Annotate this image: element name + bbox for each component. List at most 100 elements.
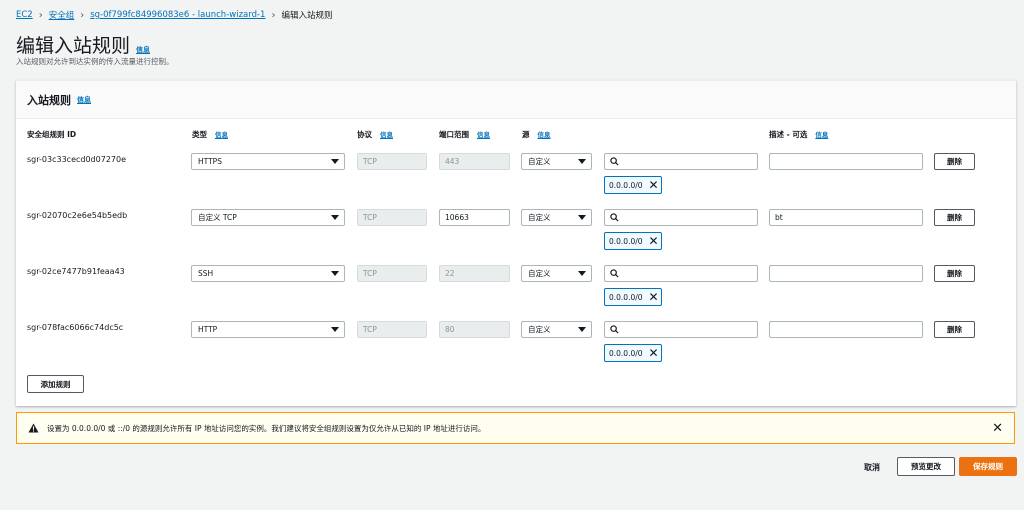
source-select[interactable]: 自定义 <box>521 153 592 170</box>
warning-text: 设置为 0.0.0.0/0 或 ::/0 的源规则允许所有 IP 地址访问您的实… <box>47 423 486 433</box>
type-select[interactable]: 自定义 TCP <box>191 209 345 226</box>
remove-token-icon[interactable]: ✕ <box>649 291 659 303</box>
search-icon <box>610 157 619 166</box>
desc-info-link[interactable]: 信息 <box>815 129 828 139</box>
cidr-token: 0.0.0.0/0 ✕ <box>604 344 662 362</box>
cidr-token-label: 0.0.0.0/0 <box>609 180 643 190</box>
chevron-right-icon: › <box>80 9 85 21</box>
rule-id: sgr-03c33cecd0d07270e <box>27 155 127 164</box>
col-protocol-label: 协议 <box>357 130 372 139</box>
breadcrumb-security-groups[interactable]: 安全组 <box>49 9 75 21</box>
page-title-row: 编辑入站规则 信息 <box>16 31 150 58</box>
col-desc-label: 描述 - 可选 <box>769 130 808 139</box>
type-value: 自定义 TCP <box>198 213 237 222</box>
type-info-link[interactable]: 信息 <box>215 129 228 139</box>
chevron-right-icon: › <box>38 9 43 21</box>
breadcrumb: EC2 › 安全组 › sg-0f799fc84996083e6 - launc… <box>16 9 332 22</box>
close-icon[interactable]: ✕ <box>992 421 1003 436</box>
caret-down-icon <box>578 271 586 276</box>
caret-down-icon <box>578 215 586 220</box>
delete-rule-button[interactable]: 删除 <box>934 321 975 338</box>
cidr-search-input[interactable] <box>604 153 758 170</box>
rule-id: sgr-02070c2e6e54b5edb <box>27 211 128 220</box>
description-input[interactable]: bt <box>769 209 923 226</box>
panel-info-link[interactable]: 信息 <box>77 95 91 105</box>
type-select[interactable]: SSH <box>191 265 345 282</box>
caret-down-icon <box>578 159 586 164</box>
caret-down-icon <box>331 271 339 276</box>
port-field: 80 <box>439 321 510 338</box>
protocol-info-link[interactable]: 信息 <box>380 129 393 139</box>
type-value: SSH <box>198 269 214 278</box>
inbound-rules-panel: 入站规则 信息 安全组规则 ID 类型 信息 协议 信息 端口范围 信息 源信息 描述… <box>16 80 1016 406</box>
col-id-label: 安全组规则 ID <box>27 130 77 139</box>
cidr-search-input[interactable] <box>604 321 758 338</box>
cancel-button[interactable]: 取消 <box>864 462 880 473</box>
search-icon <box>610 325 619 334</box>
protocol-field: TCP <box>357 265 427 282</box>
rule-id: sgr-078fac6066c74dc5c <box>27 323 124 332</box>
cidr-token-label: 0.0.0.0/0 <box>609 348 643 358</box>
col-port-label: 端口范围 <box>439 130 469 139</box>
caret-down-icon <box>331 215 339 220</box>
page-subtitle: 入站规则对允许到达实例的传入流量进行控制。 <box>16 57 174 66</box>
panel-title: 入站规则 <box>27 93 71 107</box>
port-info-link[interactable]: 信息 <box>477 129 490 139</box>
rule-id: sgr-02ce7477b91feaa43 <box>27 267 125 276</box>
delete-rule-button[interactable]: 删除 <box>934 209 975 226</box>
source-select[interactable]: 自定义 <box>521 265 592 282</box>
source-value: 自定义 <box>528 157 551 166</box>
cidr-search-input[interactable] <box>604 209 758 226</box>
page-title: 编辑入站规则 <box>16 35 131 57</box>
description-input[interactable] <box>769 265 923 282</box>
source-value: 自定义 <box>528 213 551 222</box>
source-select[interactable]: 自定义 <box>521 321 592 338</box>
caret-down-icon <box>578 327 586 332</box>
remove-token-icon[interactable]: ✕ <box>649 179 659 191</box>
col-header-type: 类型 信息 <box>192 129 228 140</box>
cidr-token: 0.0.0.0/0 ✕ <box>604 176 662 194</box>
preview-changes-button[interactable]: 预览更改 <box>897 457 955 476</box>
source-info-link[interactable]: 信息 <box>538 129 551 139</box>
chevron-right-icon: › <box>271 9 276 21</box>
breadcrumb-ec2[interactable]: EC2 <box>16 10 33 20</box>
description-input[interactable] <box>769 153 923 170</box>
delete-rule-button[interactable]: 删除 <box>934 153 975 170</box>
search-icon <box>610 269 619 278</box>
protocol-field: TCP <box>357 209 427 226</box>
col-header-source: 源信息 <box>522 129 551 140</box>
caret-down-icon <box>331 327 339 332</box>
type-value: HTTPS <box>198 157 222 166</box>
source-select[interactable]: 自定义 <box>521 209 592 226</box>
type-value: HTTP <box>198 325 218 334</box>
cidr-token-label: 0.0.0.0/0 <box>609 236 643 246</box>
col-header-port: 端口范围 信息 <box>439 129 490 140</box>
panel-header: 入站规则 信息 <box>16 81 1016 119</box>
remove-token-icon[interactable]: ✕ <box>649 347 659 359</box>
description-input[interactable] <box>769 321 923 338</box>
protocol-field: TCP <box>357 321 427 338</box>
warning-icon <box>28 423 39 433</box>
page-info-link[interactable]: 信息 <box>136 45 150 55</box>
type-select[interactable]: HTTP <box>191 321 345 338</box>
cidr-token-label: 0.0.0.0/0 <box>609 292 643 302</box>
delete-rule-button[interactable]: 删除 <box>934 265 975 282</box>
col-header-desc: 描述 - 可选 信息 <box>769 129 828 140</box>
type-select[interactable]: HTTPS <box>191 153 345 170</box>
save-rules-button[interactable]: 保存规则 <box>959 457 1017 476</box>
port-field: 22 <box>439 265 510 282</box>
port-input[interactable]: 10663 <box>439 209 510 226</box>
port-field: 443 <box>439 153 510 170</box>
remove-token-icon[interactable]: ✕ <box>649 235 659 247</box>
col-type-label: 类型 <box>192 130 207 139</box>
warning-alert: 设置为 0.0.0.0/0 或 ::/0 的源规则允许所有 IP 地址访问您的实… <box>16 412 1015 444</box>
breadcrumb-security-group[interactable]: sg-0f799fc84996083e6 - launch-wizard-1 <box>90 10 265 20</box>
col-header-protocol: 协议 信息 <box>357 129 393 140</box>
cidr-token: 0.0.0.0/0 ✕ <box>604 288 662 306</box>
add-rule-button[interactable]: 添加规则 <box>27 375 84 393</box>
protocol-field: TCP <box>357 153 427 170</box>
col-header-id: 安全组规则 ID <box>27 129 76 140</box>
source-value: 自定义 <box>528 325 551 334</box>
cidr-search-input[interactable] <box>604 265 758 282</box>
search-icon <box>610 213 619 222</box>
